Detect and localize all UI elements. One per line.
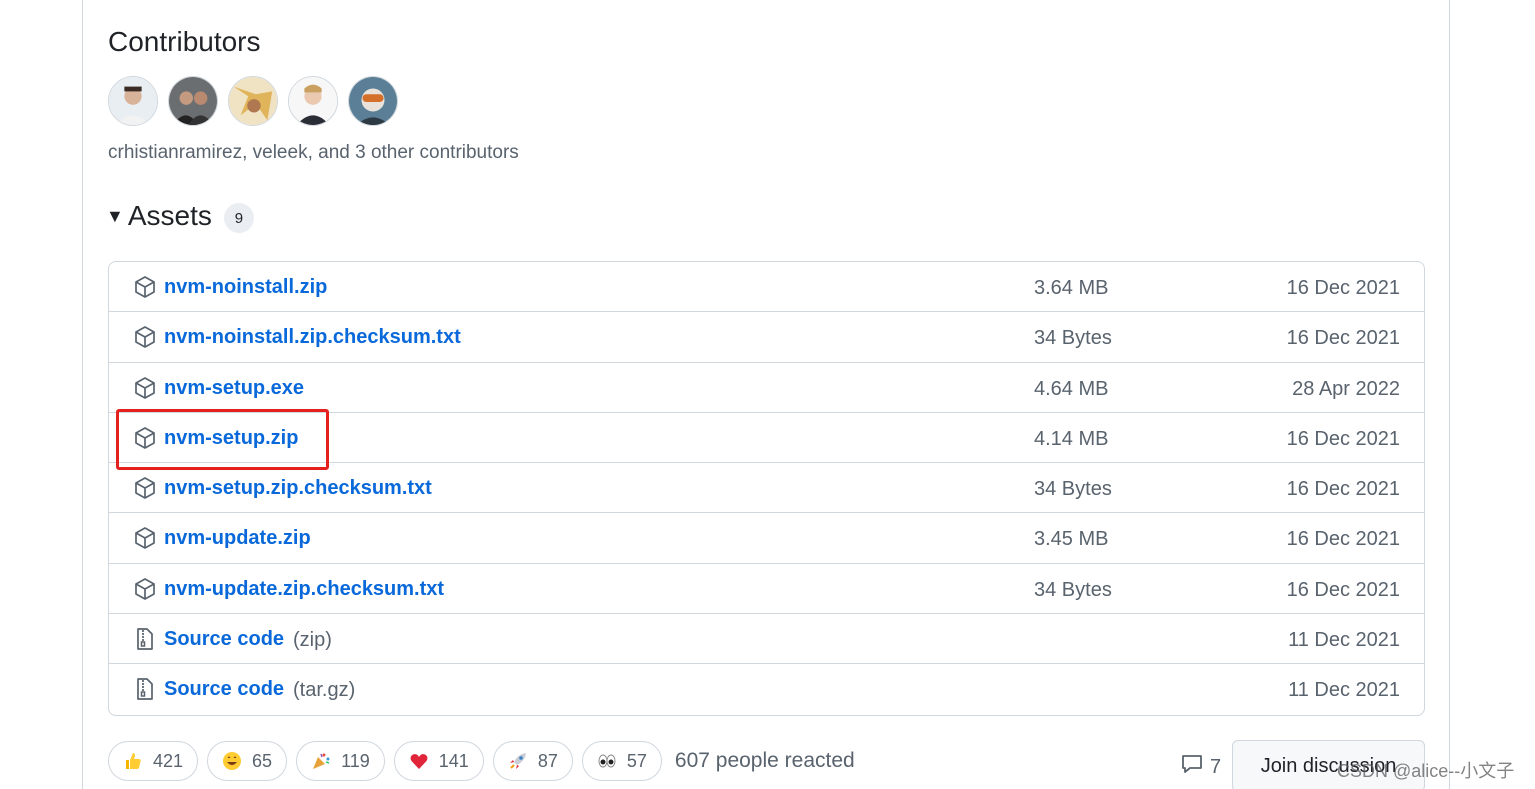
reaction-eyes[interactable]: 57	[581, 741, 662, 781]
asset-row: nvm-noinstall.zip 3.64 MB 16 Dec 2021	[109, 262, 1424, 313]
package-icon	[133, 376, 157, 400]
avatar[interactable]	[108, 76, 158, 126]
avatar[interactable]	[348, 76, 398, 126]
assets-heading: Assets	[127, 200, 212, 231]
asset-size: 34 Bytes	[1034, 578, 1112, 601]
asset-row: nvm-setup.zip.checksum.txt 34 Bytes 16 Dec…	[109, 463, 1424, 514]
package-icon	[133, 426, 157, 450]
asset-link[interactable]: nvm-update.zip	[164, 527, 311, 550]
asset-format[interactable]: (tar.gz)	[293, 679, 355, 702]
contributors-summary: crhistianramirez, veleek, and 3 other co…	[108, 142, 519, 163]
asset-date: 16 Dec 2021	[1286, 528, 1400, 551]
package-icon	[133, 526, 157, 550]
reaction-heart[interactable]: 141	[393, 741, 484, 781]
comment-icon	[1180, 752, 1204, 782]
avatar[interactable]	[228, 76, 278, 126]
asset-size: 4.14 MB	[1034, 427, 1109, 450]
contributors-heading: Contributors	[108, 26, 261, 57]
asset-link[interactable]: nvm-update.zip.checksum.txt	[164, 578, 444, 601]
asset-link[interactable]: nvm-setup.zip.checksum.txt	[164, 477, 432, 500]
reaction-count: 87	[537, 750, 558, 771]
package-icon	[133, 275, 157, 299]
reactions-summary: 607 people reacted	[674, 749, 855, 772]
file-zip-icon	[133, 677, 157, 701]
asset-date: 16 Dec 2021	[1286, 578, 1400, 601]
asset-row: Source code (tar.gz) 11 Dec 2021	[109, 664, 1424, 714]
assets-count-badge: 9	[223, 203, 254, 233]
asset-size: 3.45 MB	[1034, 528, 1109, 551]
asset-date: 11 Dec 2021	[1288, 679, 1400, 702]
asset-link[interactable]: nvm-setup.exe	[164, 377, 304, 400]
tada-icon	[311, 751, 331, 771]
assets-list: nvm-noinstall.zip 3.64 MB 16 Dec 2021 nvm-n…	[108, 261, 1425, 716]
reaction-smile[interactable]: 65	[207, 741, 288, 781]
package-icon	[133, 325, 157, 349]
asset-date: 16 Dec 2021	[1286, 277, 1400, 299]
reaction-rocket[interactable]: 87	[492, 741, 573, 781]
comments-link[interactable]: 7	[1180, 752, 1221, 782]
asset-size: 4.64 MB	[1034, 377, 1109, 400]
asset-date: 16 Dec 2021	[1286, 427, 1400, 450]
reaction-tada[interactable]: 119	[296, 741, 385, 781]
asset-row: nvm-update.zip.checksum.txt 34 Bytes 16 De…	[109, 564, 1424, 615]
contributor-avatars	[108, 76, 398, 126]
asset-link[interactable]: Source code	[164, 628, 284, 651]
asset-format[interactable]: (zip)	[293, 629, 332, 652]
asset-row: nvm-noinstall.zip.checksum.txt 34 Bytes 16…	[109, 312, 1424, 363]
asset-size: 3.64 MB	[1034, 277, 1109, 299]
smile-icon	[222, 751, 242, 771]
asset-row: Source code (zip) 11 Dec 2021	[109, 614, 1424, 665]
file-zip-icon	[133, 627, 157, 651]
asset-link[interactable]: Source code	[164, 678, 284, 701]
reaction-count: 119	[341, 750, 370, 771]
asset-date: 16 Dec 2021	[1286, 478, 1400, 501]
asset-date: 16 Dec 2021	[1286, 327, 1400, 350]
asset-size: 34 Bytes	[1034, 327, 1112, 350]
reactions-bar: 421 65 119 141 87 57 607 people reacted	[108, 741, 855, 781]
comment-count: 7	[1210, 755, 1222, 778]
package-icon	[133, 476, 157, 500]
eyes-icon	[597, 751, 617, 771]
avatar[interactable]	[288, 76, 338, 126]
avatar[interactable]	[168, 76, 218, 126]
rocket-icon	[508, 751, 528, 771]
asset-link[interactable]: nvm-setup.zip	[164, 427, 298, 450]
reaction-count: 141	[438, 750, 469, 771]
caret-down-icon: ▼	[106, 205, 124, 226]
assets-toggle[interactable]: ▼ Assets 9	[106, 199, 254, 233]
asset-date: 11 Dec 2021	[1288, 629, 1400, 652]
asset-link[interactable]: nvm-noinstall.zip.checksum.txt	[164, 326, 461, 349]
reaction-thumbs-up[interactable]: 421	[108, 741, 199, 781]
asset-row: nvm-setup.zip 4.14 MB 16 Dec 2021	[109, 413, 1424, 464]
package-icon	[133, 577, 157, 601]
asset-row: nvm-setup.exe 4.64 MB 28 Apr 2022	[109, 363, 1424, 413]
reaction-count: 57	[626, 750, 647, 771]
asset-link[interactable]: nvm-noinstall.zip	[164, 276, 327, 299]
reaction-count: 421	[153, 750, 184, 771]
asset-row: nvm-update.zip 3.45 MB 16 Dec 2021	[109, 513, 1424, 564]
reaction-count: 65	[252, 750, 273, 771]
heart-icon	[409, 751, 429, 771]
asset-date: 28 Apr 2022	[1292, 377, 1400, 400]
thumbs-up-icon	[123, 751, 143, 771]
watermark: CSDN @alice--小文子	[1337, 761, 1515, 781]
asset-size: 34 Bytes	[1034, 478, 1112, 501]
